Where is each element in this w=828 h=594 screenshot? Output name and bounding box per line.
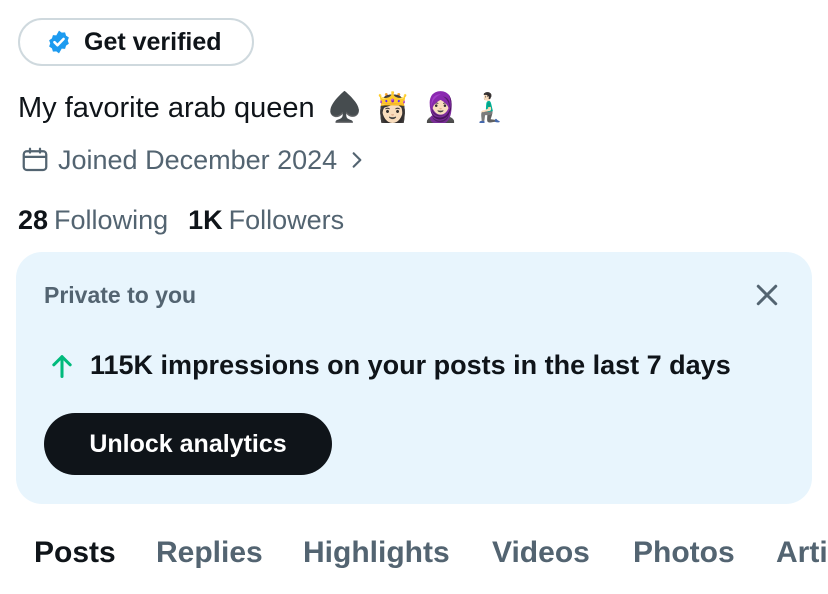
verified-badge-icon	[49, 30, 69, 54]
joined-date-link[interactable]: Joined December 2024	[20, 143, 367, 177]
spade-emoji: ♠️	[326, 92, 363, 124]
bio-text: My favorite arab queen	[18, 92, 315, 124]
tab-videos[interactable]: Videos	[492, 536, 590, 570]
followers-count: 1K	[188, 205, 223, 235]
private-label: Private to you	[44, 282, 197, 308]
unlock-analytics-label: Unlock analytics	[89, 429, 287, 458]
impressions-summary: 115K impressions on your posts in the la…	[48, 350, 731, 381]
analytics-card: Private to you 115K impressions on your …	[16, 252, 812, 504]
profile-bio: My favorite arab queen ♠️ 👸🏻 🧕🏻 🧎🏻‍♂️	[18, 90, 507, 126]
unlock-analytics-button[interactable]: Unlock analytics	[44, 413, 332, 475]
arrow-up-icon	[52, 354, 72, 378]
following-count: 28	[18, 205, 49, 235]
kneeling-man-emoji: 🧎🏻‍♂️	[470, 92, 508, 124]
tab-replies[interactable]: Replies	[156, 536, 263, 570]
followers-link[interactable]: 1K Followers	[188, 203, 344, 237]
calendar-icon	[22, 147, 48, 172]
close-icon[interactable]	[752, 280, 782, 310]
followers-label: Followers	[228, 205, 345, 235]
following-label: Following	[54, 205, 169, 235]
joined-date-text: Joined December 2024	[58, 145, 338, 175]
tab-articles[interactable]: Articles	[776, 536, 828, 570]
get-verified-label: Get verified	[84, 27, 222, 56]
follow-stats: 28 Following 1K Followers	[18, 203, 344, 237]
profile-tabs: Posts Replies Highlights Videos Photos A…	[0, 524, 828, 586]
get-verified-button[interactable]: Get verified	[18, 18, 254, 66]
impressions-text: 115K impressions on your posts in the la…	[90, 350, 731, 380]
princess-emoji: 👸🏻	[374, 92, 411, 124]
tab-posts[interactable]: Posts	[34, 536, 116, 570]
woman-headscarf-emoji: 🧕🏻	[422, 92, 459, 124]
chevron-right-icon	[352, 152, 362, 168]
tab-photos[interactable]: Photos	[633, 536, 735, 570]
tab-highlights[interactable]: Highlights	[303, 536, 450, 570]
following-link[interactable]: 28 Following	[18, 203, 168, 237]
